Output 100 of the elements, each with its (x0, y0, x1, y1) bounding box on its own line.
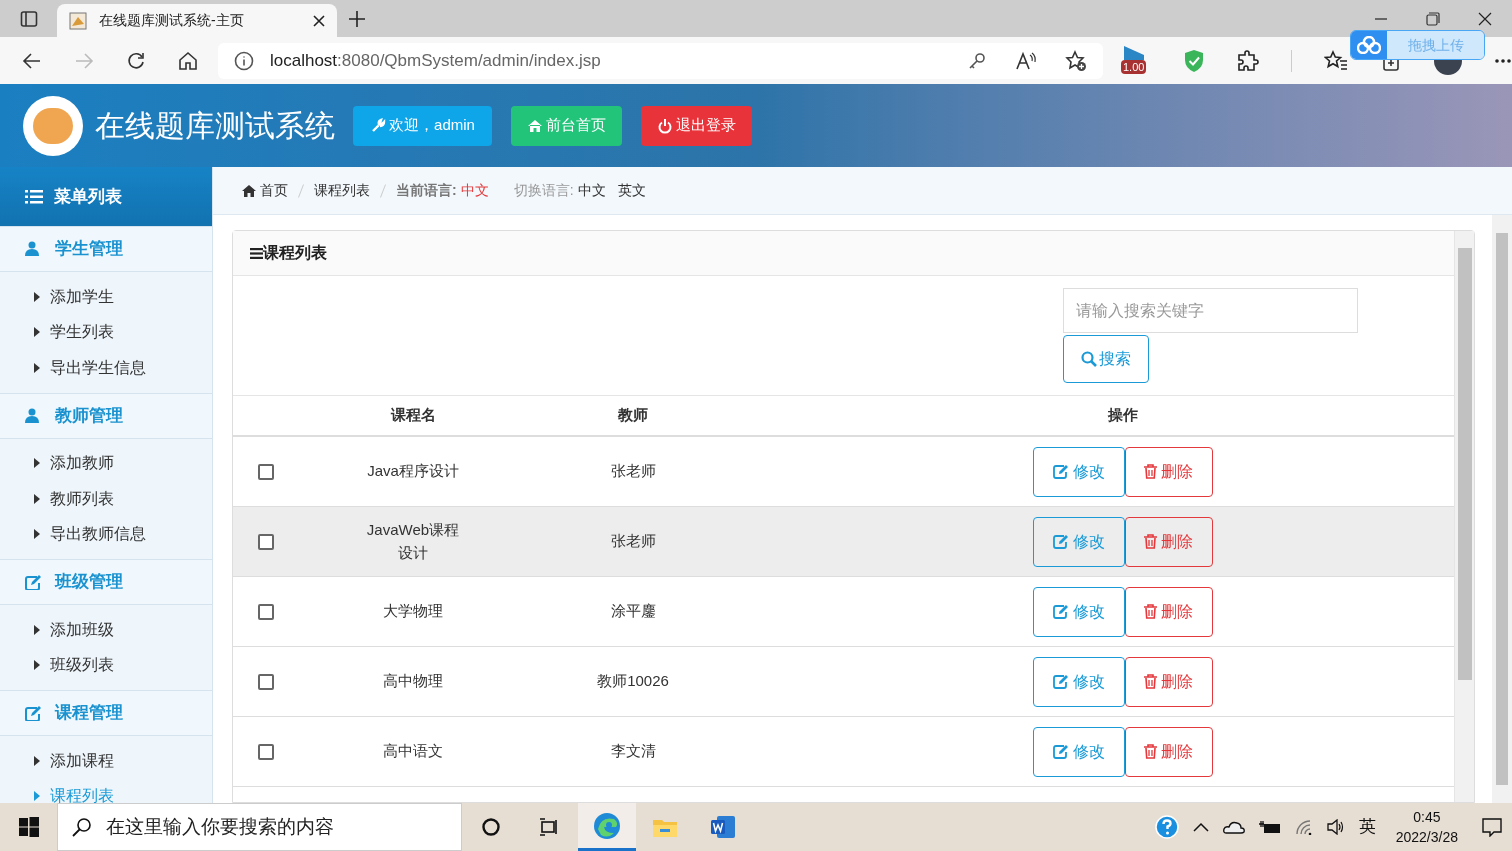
caret-icon (34, 362, 40, 373)
restore-icon[interactable] (1426, 11, 1440, 26)
table-row[interactable]: JavaWeb课程设计 张老师 修改 删除 (233, 507, 1454, 577)
trash-icon (1144, 744, 1157, 759)
list-icon (25, 189, 43, 204)
site-title: 在线题库测试系统 (95, 108, 335, 144)
sidebar-item[interactable]: 教师列表 (0, 481, 212, 517)
language-link[interactable]: 中文 (577, 180, 606, 201)
upload-label: 拖拽上传 (1387, 31, 1484, 59)
new-tab-icon[interactable] (348, 9, 366, 28)
shield-check-icon[interactable] (1183, 48, 1205, 73)
url-host: localhost (270, 49, 338, 72)
caret-icon (34, 791, 40, 802)
close-icon[interactable] (1478, 11, 1492, 26)
windows-start-icon[interactable] (18, 817, 39, 837)
caret-icon (34, 529, 40, 540)
delete-button[interactable]: 删除 (1124, 586, 1213, 637)
column-header: 课程名 (389, 405, 437, 426)
sidebar-item[interactable]: 添加教师 (0, 445, 212, 481)
user-icon (25, 241, 41, 257)
home-icon (242, 184, 256, 197)
volume-icon[interactable] (1326, 819, 1345, 835)
search-field[interactable]: 请输入搜索关键字 (1063, 288, 1358, 333)
sidebar-item[interactable]: 添加课程 (0, 743, 212, 779)
cloud-icon[interactable] (1222, 820, 1245, 834)
language-label: 当前语言: (396, 181, 457, 200)
trash-icon (1144, 674, 1157, 689)
wifi-icon[interactable] (1294, 819, 1313, 835)
home-icon (527, 117, 543, 134)
delete-button[interactable]: 删除 (1124, 446, 1213, 497)
address-field[interactable]: localhost:8080/QbmSystem/admin/index.jsp (218, 42, 1103, 79)
row-checkbox[interactable] (258, 603, 274, 620)
teacher-cell-text: 李文清 (609, 741, 657, 762)
teacher-cell-text: 张老师 (609, 531, 657, 552)
caret-icon (34, 458, 40, 469)
chevron-up-icon[interactable] (1192, 822, 1209, 832)
breadcrumb-separator-icon (298, 183, 304, 198)
browser-icon[interactable] (592, 810, 622, 841)
delete-button[interactable]: 删除 (1124, 516, 1213, 567)
cloud-icon (1357, 36, 1381, 54)
breadcrumb-link[interactable]: 课程列表 (314, 180, 370, 201)
url-path: :8080/QbmSystem/admin/index.jsp (337, 49, 601, 72)
sidebar-item[interactable]: 班级列表 (0, 647, 212, 683)
sidebar-item[interactable]: 添加学生 (0, 279, 212, 315)
edit-icon (1052, 464, 1069, 479)
row-checkbox[interactable] (258, 463, 274, 480)
back-icon[interactable] (22, 50, 42, 71)
scrollbar[interactable] (1492, 215, 1512, 803)
sidebar-item[interactable]: 学生列表 (0, 314, 212, 350)
delete-button[interactable]: 删除 (1124, 726, 1213, 777)
caret-icon (34, 624, 40, 635)
wrench-icon (370, 117, 387, 134)
flag-icon (1123, 45, 1145, 60)
breadcrumb-link[interactable]: 首页 (242, 180, 288, 201)
clock-date: 2022/3/28 (1395, 828, 1458, 847)
user-icon (25, 407, 41, 424)
row-checkbox[interactable] (258, 533, 274, 550)
caret-icon (34, 327, 40, 338)
row-checkbox[interactable] (258, 743, 274, 760)
input-method-indicator[interactable]: 英 (1358, 814, 1376, 840)
extension-button[interactable]: 1.00 (1121, 45, 1151, 76)
tab-title: 在线题库测试系统-主页 (99, 11, 245, 30)
menu-icon (250, 247, 263, 259)
read-aloud-icon[interactable] (1015, 50, 1037, 71)
sidebar-item[interactable]: 导出学生信息 (0, 350, 212, 386)
reload-icon[interactable] (126, 50, 146, 71)
close-icon[interactable] (313, 14, 325, 27)
edit-icon (1052, 534, 1069, 549)
search-icon (1081, 351, 1097, 367)
row-checkbox[interactable] (258, 673, 274, 690)
current-language: 中文 (460, 181, 489, 200)
sidebar-title: 菜单列表 (54, 185, 122, 208)
column-header: 教师 (617, 405, 649, 426)
sidebar-item[interactable]: 导出教师信息 (0, 516, 212, 552)
logout-button[interactable]: 退出登录 (641, 105, 752, 146)
help-icon[interactable] (1154, 815, 1179, 839)
power-icon (657, 117, 673, 134)
favorite-add-icon[interactable] (1065, 49, 1087, 72)
home-icon[interactable] (178, 50, 198, 71)
course-name-cell-text: 高中语文 (382, 741, 444, 762)
browser-tab[interactable]: 在线题库测试系统-主页 (57, 4, 337, 37)
page-favicon-icon (69, 11, 87, 30)
delete-button[interactable]: 删除 (1124, 656, 1213, 707)
extensions-icon[interactable] (1237, 49, 1259, 72)
battery-icon[interactable] (1258, 820, 1281, 834)
notification-icon[interactable] (1482, 817, 1502, 837)
search-icon (72, 817, 92, 837)
teacher-cell-text: 张老师 (609, 461, 657, 482)
edit-icon (25, 574, 41, 590)
sidebar-item[interactable]: 添加班级 (0, 612, 212, 648)
more-icon[interactable] (1494, 57, 1512, 64)
language-link[interactable]: 英文 (617, 180, 646, 201)
edit-icon (1052, 604, 1069, 619)
taskbar-search-field[interactable]: 在这里输入你要搜索的内容 (57, 803, 462, 851)
key-icon[interactable] (967, 50, 987, 71)
tab-actions-icon[interactable] (19, 9, 38, 28)
favorites-icon[interactable] (1324, 49, 1348, 72)
scrollbar[interactable] (1454, 231, 1474, 802)
breadcrumb-separator-icon (380, 183, 386, 198)
clock-time: 0:45 (1413, 808, 1441, 827)
